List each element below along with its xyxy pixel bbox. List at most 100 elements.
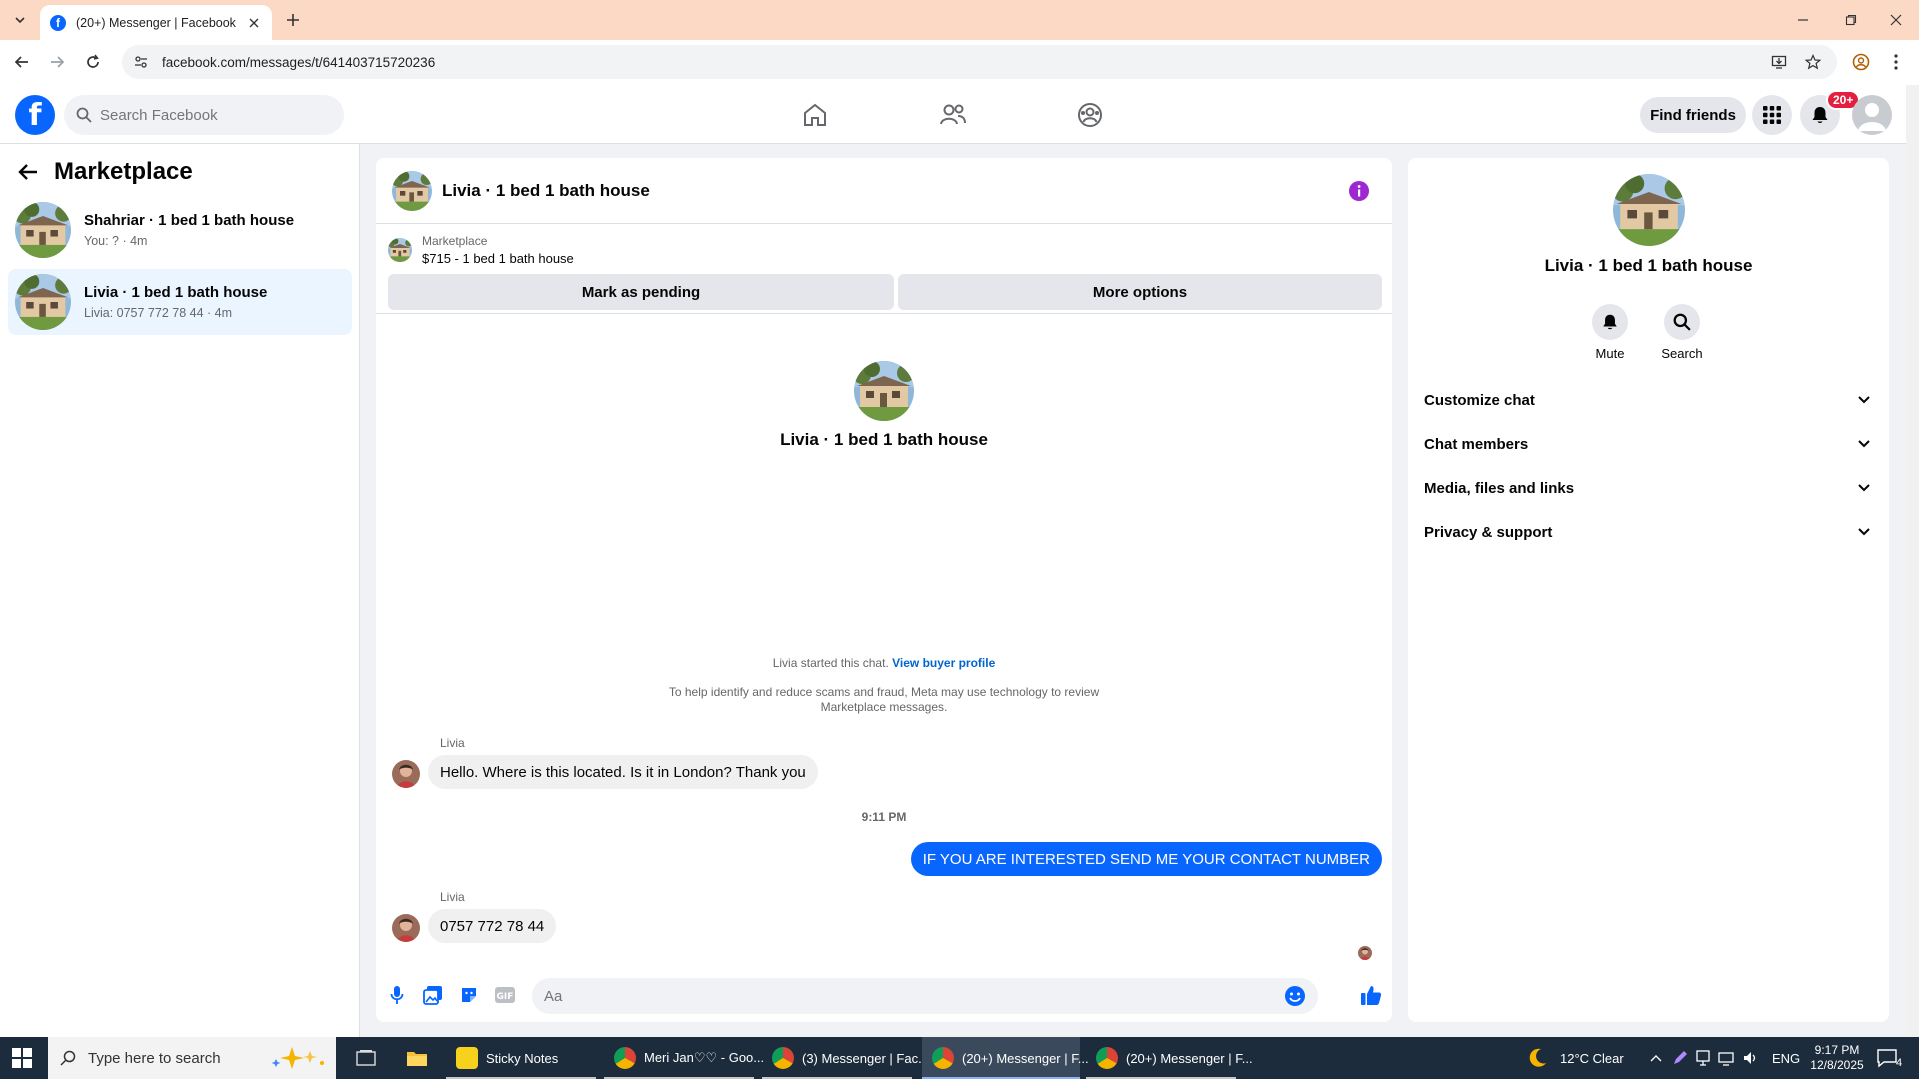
chat-title[interactable]: Livia · 1 bed 1 bath house	[442, 181, 650, 201]
chevron-up-icon[interactable]	[1650, 1054, 1662, 1062]
restore-icon[interactable]	[1828, 0, 1874, 40]
info-icon[interactable]	[1348, 180, 1370, 202]
sticker-icon[interactable]	[458, 984, 480, 1006]
facebook-search-box[interactable]	[64, 95, 344, 135]
chat-avatar[interactable]	[392, 171, 432, 211]
taskbar-app-label: (20+) Messenger | F...	[1126, 1050, 1253, 1066]
taskbar-clock[interactable]: 9:17 PM 12/8/2025	[1806, 1043, 1868, 1073]
site-info-icon[interactable]	[134, 55, 148, 69]
chrome-icon	[772, 1047, 794, 1069]
sender-avatar[interactable]	[392, 760, 420, 788]
sender-label: Livia	[440, 736, 465, 750]
volume-icon[interactable]	[1742, 1050, 1758, 1066]
search-icon	[76, 107, 92, 123]
facebook-top-nav: f Find friends 20+	[0, 85, 1906, 144]
sender-avatar[interactable]	[392, 914, 420, 942]
message-input[interactable]	[544, 987, 1244, 1005]
seen-receipt-avatar	[1358, 946, 1372, 960]
listing-thumbnail	[15, 274, 71, 330]
search-action[interactable]: Search	[1652, 304, 1712, 361]
taskbar-app-sticky-notes[interactable]: Sticky Notes	[446, 1037, 596, 1079]
photo-gallery-icon[interactable]	[422, 984, 444, 1006]
section-label: Privacy & support	[1424, 523, 1553, 541]
page-scrollbar[interactable]	[1906, 85, 1919, 1037]
reload-icon[interactable]	[81, 50, 105, 74]
message-timestamp: 9:11 PM	[861, 810, 907, 824]
pen-icon[interactable]	[1672, 1050, 1688, 1066]
conversation-name: Shahriar · 1 bed 1 bath house	[84, 212, 295, 229]
listing-thumbnail	[15, 202, 71, 258]
mark-as-pending-button[interactable]: Mark as pending	[388, 274, 894, 310]
view-buyer-profile-link[interactable]: View buyer profile	[892, 656, 995, 670]
incoming-message[interactable]: Hello. Where is this located. Is it in L…	[428, 755, 818, 789]
search-icon	[60, 1050, 76, 1066]
search-input[interactable]	[100, 106, 320, 124]
find-friends-button[interactable]: Find friends	[1640, 97, 1746, 133]
taskbar-app-chrome[interactable]: Meri Jan♡♡ - Goo...	[604, 1037, 764, 1079]
mute-bell-icon[interactable]	[1592, 304, 1628, 340]
outgoing-message[interactable]: IF YOU ARE INTERESTED SEND ME YOUR CONTA…	[910, 842, 1382, 876]
listing-info[interactable]: Marketplace $715 - 1 bed 1 bath house	[388, 234, 574, 266]
back-arrow-icon[interactable]	[18, 163, 38, 181]
message-input-box[interactable]	[532, 978, 1318, 1014]
windows-start-icon[interactable]	[12, 1048, 32, 1068]
browser-tab-active[interactable]: f (20+) Messenger | Facebook	[40, 5, 272, 40]
new-tab-plus-icon[interactable]	[282, 9, 304, 31]
scam-disclaimer: To help identify and reduce scams and fr…	[376, 685, 1392, 715]
task-view-icon[interactable]	[346, 1037, 386, 1079]
conversation-item-active[interactable]: Livia · 1 bed 1 bath house Livia: 0757 7…	[8, 269, 352, 335]
details-avatar	[1613, 174, 1685, 246]
mute-action[interactable]: Mute	[1580, 304, 1640, 361]
like-thumbs-up-icon[interactable]	[1358, 984, 1384, 1006]
bookmark-star-icon[interactable]	[1801, 50, 1825, 74]
install-app-icon[interactable]	[1767, 50, 1791, 74]
search-icon[interactable]	[1664, 304, 1700, 340]
profile-icon[interactable]	[1849, 50, 1873, 74]
network-icon[interactable]	[1718, 1050, 1734, 1066]
media-files-links-section[interactable]: Media, files and links	[1424, 470, 1874, 506]
incoming-message[interactable]: 0757 772 78 44	[428, 909, 557, 943]
display-icon[interactable]	[1696, 1050, 1710, 1066]
minimize-icon[interactable]	[1780, 0, 1826, 40]
notification-center-icon[interactable]: 4	[1876, 1037, 1902, 1079]
emoji-icon[interactable]	[1284, 985, 1306, 1007]
chat-intro-name: Livia · 1 bed 1 bath house	[780, 430, 988, 449]
chat-members-section[interactable]: Chat members	[1424, 426, 1874, 462]
section-label: Media, files and links	[1424, 479, 1575, 497]
browser-menu-icon[interactable]	[1884, 50, 1908, 74]
account-avatar[interactable]	[1852, 95, 1892, 135]
close-tab-icon[interactable]	[246, 15, 262, 31]
system-tray-icons[interactable]: ENG	[1650, 1037, 1800, 1079]
gif-icon[interactable]: GIF	[494, 984, 516, 1006]
menu-grid-icon[interactable]	[1752, 95, 1792, 135]
taskbar-app-chrome-active[interactable]: (20+) Messenger | F...	[922, 1037, 1089, 1079]
tab-search-chevron-icon[interactable]	[8, 9, 32, 31]
weather-widget[interactable]: 12°C Clear	[1526, 1037, 1624, 1079]
customize-chat-section[interactable]: Customize chat	[1424, 382, 1874, 418]
facebook-logo-icon[interactable]: f	[15, 95, 55, 135]
language-indicator[interactable]: ENG	[1772, 1051, 1800, 1066]
search-label: Search	[1661, 346, 1703, 361]
mute-label: Mute	[1595, 346, 1625, 361]
file-explorer-icon[interactable]	[396, 1037, 436, 1079]
friends-icon[interactable]	[935, 97, 971, 133]
conversation-item[interactable]: Shahriar · 1 bed 1 bath house You: ? · 4…	[8, 197, 352, 263]
marketplace-sidebar: Marketplace Shahriar · 1 bed 1 bath hous…	[0, 144, 360, 1037]
disclaimer-line: To help identify and reduce scams and fr…	[668, 685, 1100, 699]
home-icon[interactable]	[797, 97, 833, 133]
taskbar-app-chrome[interactable]: (20+) Messenger | F...	[1086, 1037, 1253, 1079]
forward-arrow-icon[interactable]	[45, 50, 69, 74]
taskbar-app-label: (20+) Messenger | F...	[962, 1050, 1089, 1066]
chrome-icon	[614, 1047, 636, 1069]
taskbar-search-box[interactable]: Type here to search	[48, 1037, 336, 1079]
close-window-icon[interactable]	[1873, 0, 1919, 40]
back-arrow-icon[interactable]	[10, 50, 34, 74]
taskbar-app-chrome[interactable]: (3) Messenger | Fac...	[762, 1037, 929, 1079]
weather-text: 12°C Clear	[1560, 1050, 1624, 1066]
groups-icon[interactable]	[1072, 97, 1108, 133]
address-bar[interactable]: facebook.com/messages/t/641403715720236	[122, 45, 1837, 79]
more-options-button[interactable]: More options	[898, 274, 1382, 310]
privacy-support-section[interactable]: Privacy & support	[1424, 514, 1874, 550]
url-text: facebook.com/messages/t/641403715720236	[162, 54, 436, 70]
microphone-icon[interactable]	[386, 984, 408, 1006]
